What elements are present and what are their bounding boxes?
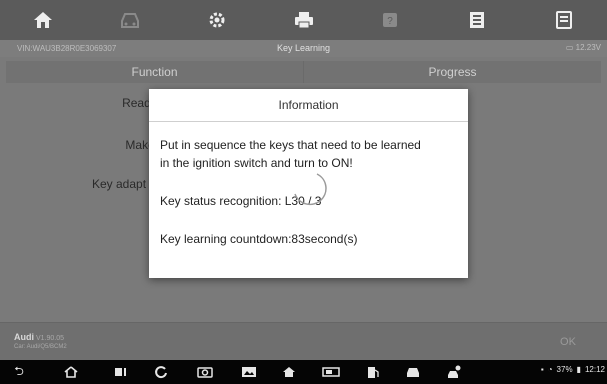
- home-icon[interactable]: [0, 0, 87, 40]
- system-status: ▪ ◔ 37% ▮ 12:12: [541, 365, 605, 374]
- recent-apps-icon[interactable]: [110, 363, 132, 381]
- voltage-readout: ▭ 12.23V: [565, 43, 601, 52]
- log-icon[interactable]: [520, 0, 607, 40]
- user-car-icon[interactable]: [444, 363, 466, 381]
- vehicle-path: Car: Audi/Q5/BCM2: [14, 344, 67, 350]
- refresh-icon[interactable]: [150, 363, 172, 381]
- home-icon[interactable]: [60, 363, 82, 381]
- vci-icon[interactable]: [320, 363, 342, 381]
- gas-station-icon[interactable]: [362, 363, 384, 381]
- vehicle-version: V1.90.05: [36, 335, 65, 342]
- save-icon[interactable]: [434, 0, 521, 40]
- car-icon[interactable]: [87, 0, 174, 40]
- information-dialog: Information Put in sequence the keys tha…: [149, 89, 468, 278]
- top-toolbar: ?: [0, 0, 607, 40]
- instruction-line-1: Put in sequence the keys that need to be…: [160, 138, 421, 152]
- wifi-icon: ◔: [547, 365, 553, 374]
- dialog-title: Information: [149, 89, 468, 122]
- loading-spinner-icon: [294, 173, 327, 206]
- ok-button[interactable]: OK: [537, 327, 599, 357]
- svg-text:?: ?: [387, 16, 393, 27]
- countdown-text: Key learning countdown:83second(s): [160, 232, 358, 246]
- app-home-icon[interactable]: [278, 363, 300, 381]
- battery-level: 37%: [556, 365, 573, 374]
- vehicle-bar: Audi V1.90.05 Car: Audi/Q5/BCM2 OK: [0, 322, 607, 360]
- back-icon[interactable]: ⮌: [8, 363, 30, 381]
- system-navbar: ⮌ ▪ ◔ 37% ▮ 12:12: [0, 360, 607, 384]
- vehicle-make: Audi V1.90.05: [14, 332, 65, 342]
- message-icon: ▪: [540, 365, 544, 374]
- battery-icon: ▭: [565, 43, 574, 52]
- help-icon[interactable]: ?: [347, 0, 434, 40]
- column-progress: Progress: [303, 61, 601, 83]
- screenshot-icon[interactable]: [238, 363, 260, 381]
- car-shortcut-icon[interactable]: [402, 363, 424, 381]
- page-title: Key Learning: [276, 43, 331, 53]
- gear-icon[interactable]: [173, 0, 260, 40]
- column-function: Function: [131, 65, 178, 79]
- clock: 12:12: [584, 365, 605, 374]
- table-header: Function Progress: [6, 61, 601, 83]
- status-line: VIN:WAU3B28R0E3069307 Key Learning ▭ 12.…: [0, 40, 607, 57]
- battery-icon: ▮: [576, 365, 581, 374]
- camera-icon[interactable]: [194, 363, 216, 381]
- print-icon[interactable]: [260, 0, 347, 40]
